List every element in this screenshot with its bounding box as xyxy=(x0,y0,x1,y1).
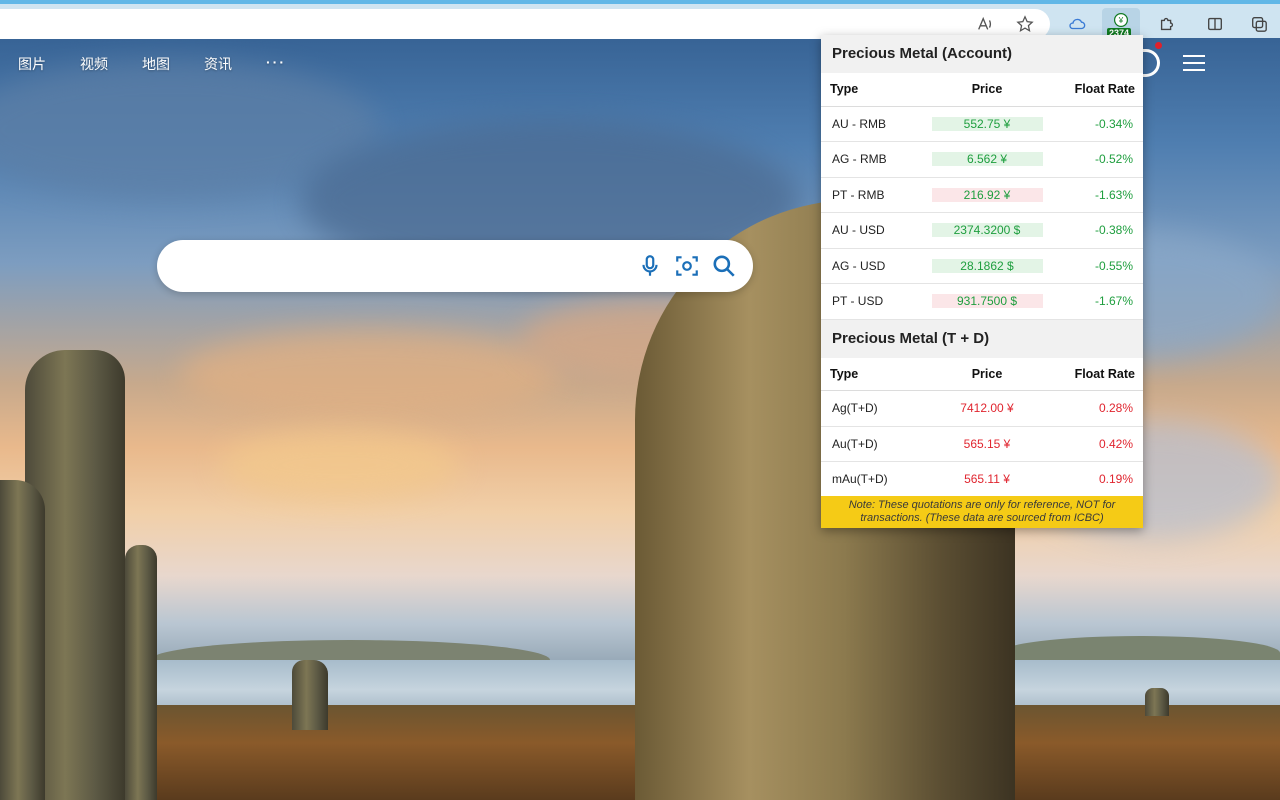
disclaimer-note: Note: These quotations are only for refe… xyxy=(821,496,1143,528)
table-row: mAu(T+D) 565.11 ¥ 0.19% xyxy=(821,461,1143,498)
float-rate: 0.42% xyxy=(1055,426,1143,462)
metal-type: PT - USD xyxy=(821,283,919,320)
split-screen-icon[interactable] xyxy=(1201,10,1229,38)
metal-type: Ag(T+D) xyxy=(821,390,919,427)
collections-icon[interactable] xyxy=(1245,10,1273,38)
search-input[interactable] xyxy=(177,252,627,280)
nav-maps[interactable]: 地图 xyxy=(142,54,170,74)
notification-dot xyxy=(1155,42,1162,49)
precious-metal-popup: Precious Metal (Account) Type Price Floa… xyxy=(821,35,1143,528)
search-box xyxy=(157,240,753,292)
metal-type: AU - RMB xyxy=(821,106,919,142)
cloud-icon[interactable] xyxy=(1063,10,1091,38)
td-table: Type Price Float Rate Ag(T+D) 7412.00 ¥ … xyxy=(821,357,1143,498)
metal-type: Au(T+D) xyxy=(821,426,919,462)
col-type: Type xyxy=(821,73,919,107)
read-aloud-icon[interactable] xyxy=(971,10,999,38)
float-rate: -0.52% xyxy=(1055,141,1143,178)
table-row: AG - RMB 6.562 ¥ -0.52% xyxy=(821,141,1143,178)
table-row: PT - RMB 216.92 ¥ -1.63% xyxy=(821,177,1143,213)
nav-videos[interactable]: 视频 xyxy=(80,54,108,74)
metal-type: AG - USD xyxy=(821,248,919,284)
table-row: PT - USD 931.7500 $ -1.67% xyxy=(821,283,1143,320)
metal-type: PT - RMB xyxy=(821,177,919,213)
float-rate: -0.34% xyxy=(1055,106,1143,142)
nav-more[interactable]: ··· xyxy=(266,54,286,74)
table-row: Ag(T+D) 7412.00 ¥ 0.28% xyxy=(821,390,1143,427)
price-value: 931.7500 $ xyxy=(931,294,1043,309)
table-row: AU - RMB 552.75 ¥ -0.34% xyxy=(821,106,1143,142)
nav-news[interactable]: 资讯 xyxy=(204,54,232,74)
account-table: Type Price Float Rate AU - RMB 552.75 ¥ … xyxy=(821,73,1143,320)
float-rate: 0.28% xyxy=(1055,390,1143,427)
price-value: 565.11 ¥ xyxy=(919,461,1055,498)
col-rate: Float Rate xyxy=(1055,73,1143,107)
price-value: 565.15 ¥ xyxy=(919,426,1055,462)
col-rate: Float Rate xyxy=(1055,357,1143,391)
table-row: AU - USD 2374.3200 $ -0.38% xyxy=(821,212,1143,249)
float-rate: -1.63% xyxy=(1055,177,1143,213)
page-nav: 图片 视频 地图 资讯 ··· xyxy=(18,54,320,74)
price-value: 28.1862 $ xyxy=(931,258,1043,273)
price-value: 2374.3200 $ xyxy=(931,223,1043,238)
price-value: 6.562 ¥ xyxy=(931,152,1043,167)
metal-type: AU - USD xyxy=(821,212,919,249)
account-section-title: Precious Metal (Account) xyxy=(821,35,1143,73)
price-value: 552.75 ¥ xyxy=(931,116,1043,131)
float-rate: -1.67% xyxy=(1055,283,1143,320)
menu-icon[interactable] xyxy=(1183,55,1205,71)
metal-type: mAu(T+D) xyxy=(821,461,919,498)
browser-toolbar: ¥ 2374 xyxy=(0,0,1280,40)
microphone-icon[interactable] xyxy=(636,252,664,280)
price-value: 7412.00 ¥ xyxy=(919,390,1055,427)
favorite-star-icon[interactable] xyxy=(1011,10,1039,38)
float-rate: -0.55% xyxy=(1055,248,1143,284)
svg-text:¥: ¥ xyxy=(1118,16,1124,25)
extensions-puzzle-icon[interactable] xyxy=(1153,10,1181,38)
nav-images[interactable]: 图片 xyxy=(18,54,46,74)
col-type: Type xyxy=(821,357,919,391)
price-value: 216.92 ¥ xyxy=(931,187,1043,202)
search-icon[interactable] xyxy=(710,252,738,280)
td-section-title: Precious Metal (T + D) xyxy=(821,319,1143,358)
visual-search-icon[interactable] xyxy=(673,252,701,280)
metal-type: AG - RMB xyxy=(821,141,919,178)
float-rate: -0.38% xyxy=(1055,212,1143,249)
table-row: AG - USD 28.1862 $ -0.55% xyxy=(821,248,1143,284)
float-rate: 0.19% xyxy=(1055,461,1143,498)
col-price: Price xyxy=(919,357,1055,391)
col-price: Price xyxy=(919,73,1055,107)
table-row: Au(T+D) 565.15 ¥ 0.42% xyxy=(821,426,1143,462)
